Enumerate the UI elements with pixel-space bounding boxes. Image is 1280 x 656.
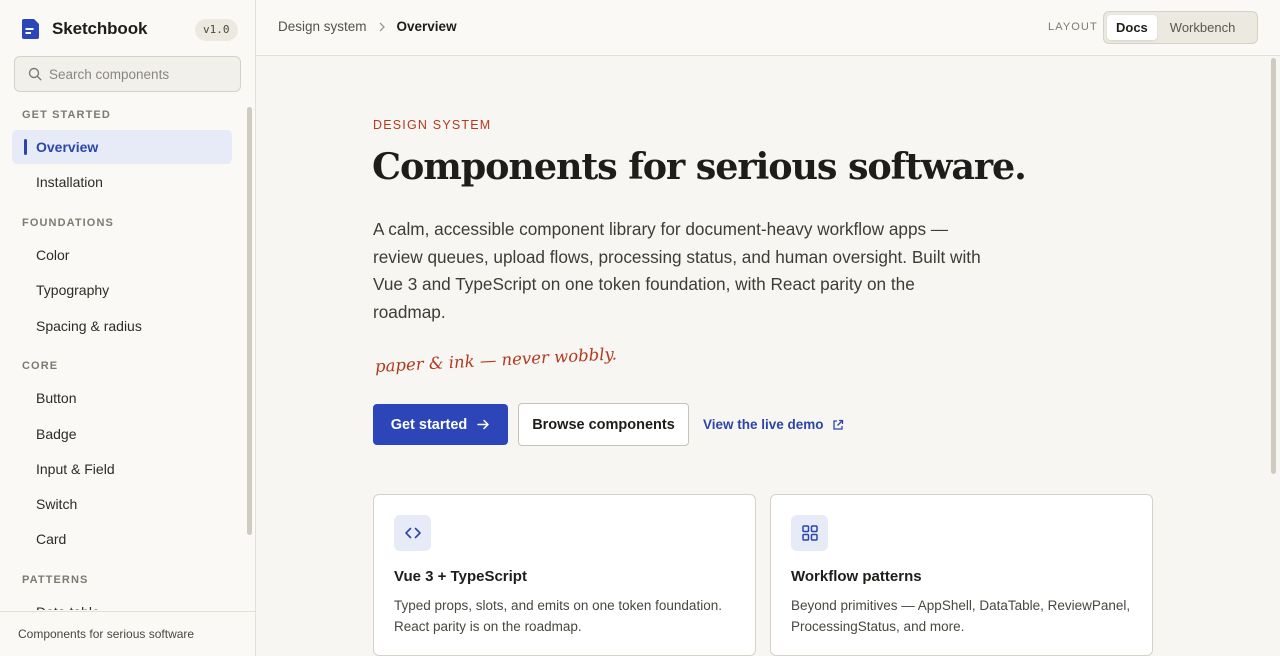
sidebar-item-card[interactable]: Card — [12, 522, 232, 556]
sidebar-item-typography[interactable]: Typography — [12, 273, 232, 307]
sidebar-item-button[interactable]: Button — [12, 381, 232, 415]
lead-paragraph: A calm, accessible component library for… — [373, 219, 981, 322]
arrow-right-icon — [477, 419, 490, 430]
card-title: Workflow patterns — [791, 568, 922, 585]
sidebar-item-color[interactable]: Color — [12, 238, 232, 272]
card-text: Typed props, slots, and emits on one tok… — [394, 598, 722, 634]
handwritten-note: paper & ink — never wobbly. — [374, 344, 618, 376]
browse-components-button[interactable]: Browse components — [518, 403, 689, 446]
card-text: Beyond primitives — AppShell, DataTable,… — [791, 598, 1131, 634]
layout-workbench-button[interactable]: Workbench — [1161, 15, 1245, 40]
feature-card-vue: Vue 3 + TypeScript Typed props, slots, a… — [373, 494, 756, 656]
sidebar-footer: Components for serious software — [0, 611, 255, 656]
layout-toggle: Docs Workbench — [1103, 11, 1258, 44]
page-title: Components for serious software. — [372, 145, 1027, 188]
nav-section-foundations: FOUNDATIONS — [22, 217, 114, 229]
sidebar-item-data-table[interactable]: Data table — [12, 595, 232, 610]
sidebar: Sketchbook v1.0 GET STARTED Overview Ins… — [0, 0, 256, 656]
sidebar-scrollbar[interactable] — [247, 107, 252, 535]
card-icon-box — [394, 515, 431, 551]
brand-name: Sketchbook — [52, 19, 148, 38]
grid-icon — [801, 525, 818, 541]
sidebar-item-badge[interactable]: Badge — [12, 417, 232, 451]
breadcrumb-current: Overview — [396, 19, 457, 34]
get-started-label: Get started — [390, 416, 468, 433]
search-input[interactable] — [49, 66, 229, 82]
get-started-button[interactable]: Get started — [373, 404, 508, 445]
version-badge: v1.0 — [195, 19, 238, 41]
sidebar-nav: GET STARTED Overview Installation FOUNDA… — [0, 100, 244, 610]
live-demo-link[interactable]: View the live demo — [703, 417, 844, 432]
card-title: Vue 3 + TypeScript — [394, 568, 527, 585]
nav-section-patterns: PATTERNS — [22, 574, 89, 586]
sidebar-item-installation[interactable]: Installation — [12, 165, 232, 199]
code-icon — [404, 527, 421, 539]
brand[interactable]: Sketchbook — [20, 19, 147, 39]
topbar: Design system Overview LAYOUT Docs Workb… — [256, 0, 1280, 56]
chevron-right-icon — [379, 22, 385, 31]
eyebrow: DESIGN SYSTEM — [373, 118, 492, 132]
main-scrollbar[interactable] — [1271, 58, 1276, 474]
external-link-icon — [832, 419, 843, 430]
layout-label: LAYOUT — [1048, 21, 1098, 33]
book-icon — [22, 19, 39, 39]
search-icon — [28, 67, 42, 81]
breadcrumb: Design system Overview — [278, 19, 457, 34]
live-demo-label: View the live demo — [703, 417, 824, 432]
sidebar-item-switch[interactable]: Switch — [12, 487, 232, 521]
search-box[interactable] — [14, 56, 241, 92]
nav-section-get-started: GET STARTED — [22, 109, 111, 121]
card-icon-box — [791, 515, 828, 551]
feature-card-workflow: Workflow patterns Beyond primitives — Ap… — [770, 494, 1153, 656]
sidebar-item-input-field[interactable]: Input & Field — [12, 452, 232, 486]
nav-section-core: CORE — [22, 360, 59, 372]
layout-docs-button[interactable]: Docs — [1107, 15, 1157, 40]
sidebar-item-overview[interactable]: Overview — [12, 130, 232, 164]
breadcrumb-design-system[interactable]: Design system — [278, 19, 367, 34]
sidebar-item-spacing-radius[interactable]: Spacing & radius — [12, 309, 232, 343]
